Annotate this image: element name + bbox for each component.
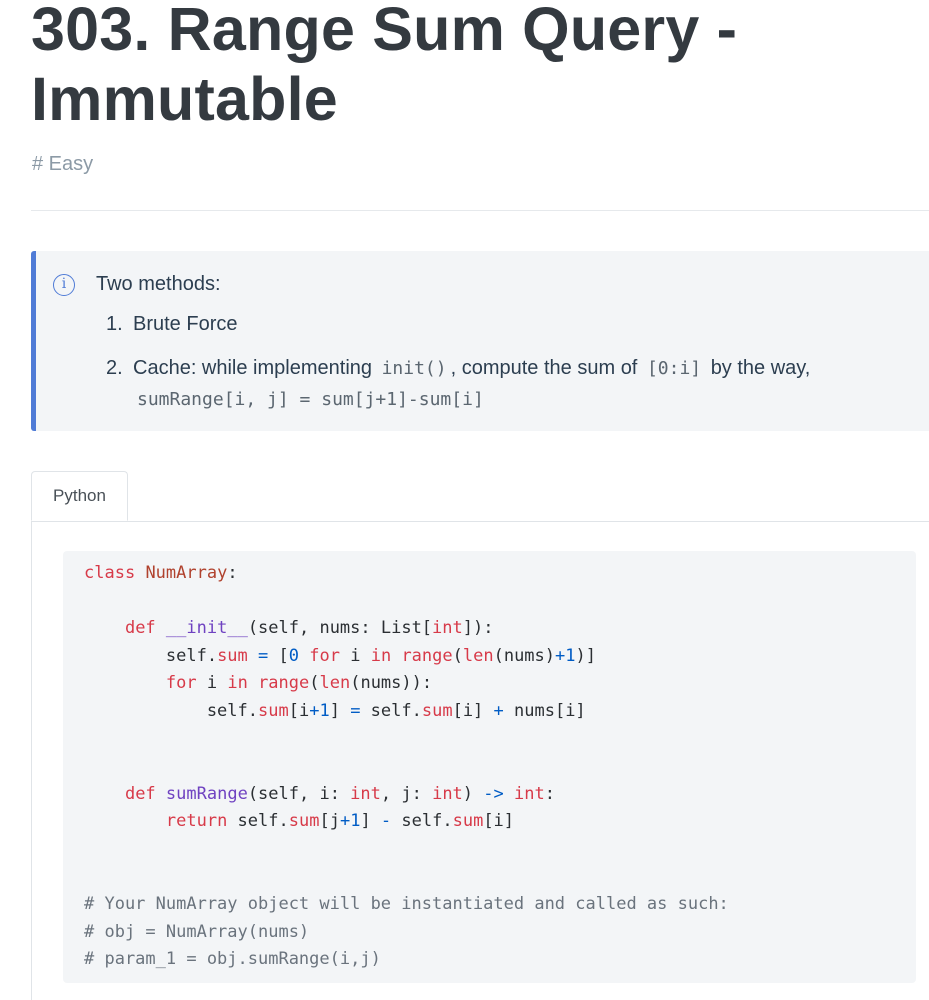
- inline-code: sumRange[i, j] = sum[j+1]-sum[i]: [137, 389, 484, 410]
- info-icon: i: [53, 274, 75, 296]
- list-item-text: Brute Force: [133, 313, 238, 335]
- inline-code: init(): [381, 358, 447, 379]
- list-item: 1. Brute Force: [106, 313, 237, 336]
- list-number: 2.: [106, 357, 123, 379]
- code-block[interactable]: class NumArray: def __init__(self, nums:…: [63, 551, 916, 983]
- inline-code: [0:i]: [646, 358, 702, 379]
- code-tabs: Python: [31, 471, 929, 522]
- page-title: 303. Range Sum Query - Immutable: [31, 0, 738, 133]
- info-heading: Two methods:: [96, 273, 221, 295]
- info-callout: i Two methods: 1. Brute Force 2. Cache: wh…: [31, 251, 929, 431]
- list-number: 1.: [106, 313, 123, 335]
- list-item-text: by the way,: [710, 357, 811, 379]
- list-item-text: , compute the sum of: [450, 357, 638, 379]
- divider: [31, 210, 929, 211]
- list-item: 2. Cache: while implementing init(), comp…: [106, 353, 906, 415]
- list-item-text: Cache: while implementing: [133, 357, 373, 379]
- tab-panel-python: class NumArray: def __init__(self, nums:…: [31, 521, 929, 1000]
- tab-python[interactable]: Python: [31, 471, 128, 521]
- difficulty-tag[interactable]: # Easy: [32, 153, 93, 176]
